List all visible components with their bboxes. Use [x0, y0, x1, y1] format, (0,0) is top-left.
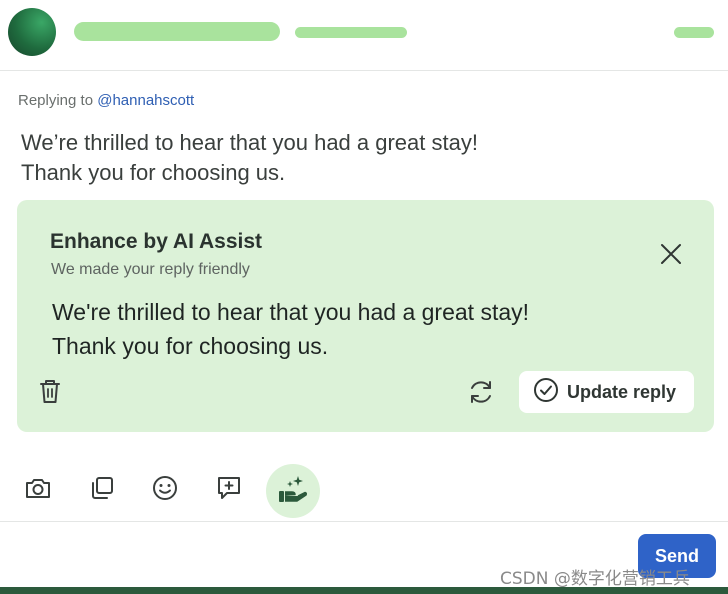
ai-assist-subtitle: We made your reply friendly [51, 261, 250, 278]
ai-assist-panel: Enhance by AI Assist We made your reply … [17, 200, 714, 432]
replying-to: Replying to @hannahscott [18, 92, 194, 109]
composer-toolbar [0, 462, 728, 522]
update-reply-label: Update reply [567, 381, 677, 402]
ai-suggestion-text: We're thrilled to hear that you had a gr… [52, 295, 529, 363]
close-icon[interactable] [657, 240, 685, 268]
reply-draft-text[interactable]: We’re thrilled to hear that you had a gr… [21, 128, 701, 188]
bottom-bar [0, 587, 728, 594]
suggestion-line: We're thrilled to hear that you had a gr… [52, 299, 530, 325]
replying-to-handle[interactable]: @hannahscott [97, 92, 194, 109]
ai-assist-button[interactable] [266, 464, 320, 518]
post-header [0, 0, 728, 71]
avatar[interactable] [8, 8, 56, 56]
emoji-icon[interactable] [151, 474, 179, 502]
copy-icon[interactable] [88, 474, 116, 502]
timestamp-placeholder [674, 27, 714, 38]
ai-assist-hand-sparkle-icon [277, 474, 309, 509]
check-circle-icon [533, 377, 559, 408]
comment-plus-icon[interactable] [215, 474, 243, 502]
camera-icon[interactable] [24, 474, 52, 502]
draft-line: We’re thrilled to hear that you had a gr… [21, 130, 478, 155]
author-name-placeholder [74, 22, 280, 41]
watermark: CSDN @数字化营销工兵 [500, 569, 690, 589]
suggestion-line: Thank you for choosing us. [52, 333, 329, 359]
update-reply-button[interactable]: Update reply [519, 371, 694, 413]
trash-icon[interactable] [37, 377, 63, 405]
author-meta-placeholder [295, 27, 407, 38]
draft-line: Thank you for choosing us. [21, 160, 286, 185]
regenerate-icon[interactable] [466, 377, 496, 407]
ai-assist-title: Enhance by AI Assist [50, 230, 263, 253]
replying-to-label: Replying to [18, 92, 94, 109]
